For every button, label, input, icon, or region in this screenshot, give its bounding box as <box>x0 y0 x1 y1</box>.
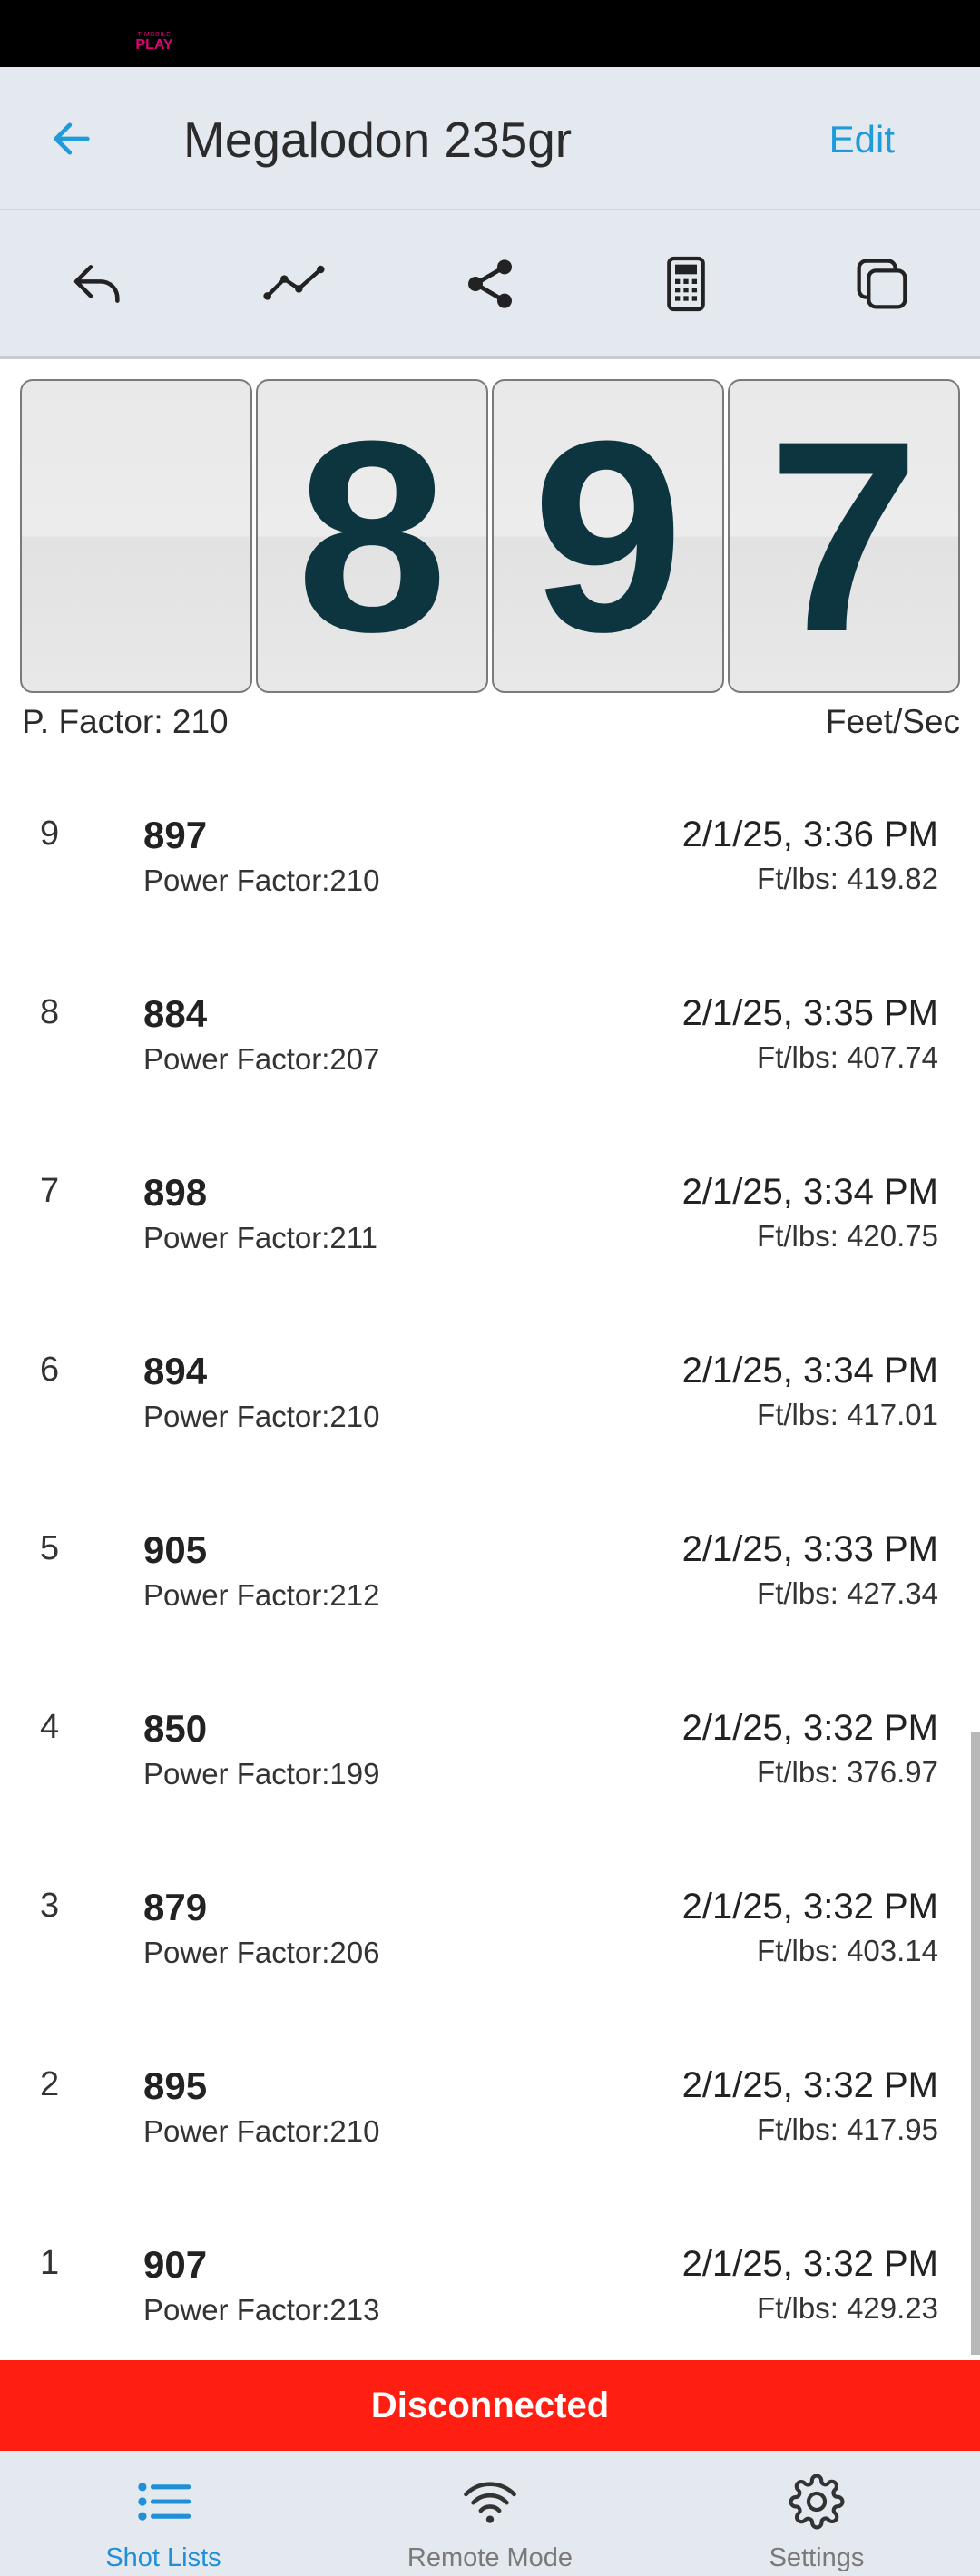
arrow-left-icon <box>54 122 90 155</box>
back-button[interactable] <box>40 107 103 171</box>
page-title: Megalodon 235gr <box>183 112 573 168</box>
table-row[interactable]: 3 879 Power Factor:206 2/1/25, 3:32 PM F… <box>0 1843 980 2022</box>
shot-energy: Ft/lbs: 417.01 <box>757 1398 938 1431</box>
units-label: Feet/Sec <box>825 703 960 740</box>
calculator-button[interactable] <box>636 234 736 334</box>
shot-index: 2 <box>40 2065 60 2103</box>
table-row[interactable]: 6 894 Power Factor:210 2/1/25, 3:34 PM F… <box>0 1307 980 1486</box>
shot-energy: Ft/lbs: 427.34 <box>757 1576 938 1610</box>
table-row[interactable]: 2 895 Power Factor:210 2/1/25, 3:32 PM F… <box>0 2022 980 2200</box>
copy-button[interactable] <box>832 234 932 334</box>
power-factor-label: P. Factor: 210 <box>22 703 229 740</box>
toolbar <box>0 210 980 359</box>
shot-timestamp: 2/1/25, 3:32 PM <box>681 1887 938 1927</box>
bottom-nav: Shot Lists Remote Mode Settings <box>0 2451 980 2576</box>
shot-index: 7 <box>40 1172 60 1210</box>
calculator-icon <box>667 256 705 311</box>
shot-velocity: 850 <box>143 1707 208 1750</box>
shot-list[interactable]: 9 897 Power Factor:210 2/1/25, 3:36 PM F… <box>0 771 980 2360</box>
shot-energy: Ft/lbs: 417.95 <box>757 2113 938 2146</box>
table-row[interactable]: 5 905 Power Factor:212 2/1/25, 3:33 PM F… <box>0 1486 980 1664</box>
carrier-logo: T-MOBILE PLAY <box>134 29 174 54</box>
table-row[interactable]: 4 850 Power Factor:199 2/1/25, 3:32 PM F… <box>0 1664 980 1843</box>
shot-velocity: 884 <box>143 992 208 1035</box>
shot-timestamp: 2/1/25, 3:35 PM <box>681 993 938 1033</box>
wifi-icon <box>464 2482 516 2523</box>
velocity-digit: 9 <box>492 379 724 693</box>
share-button[interactable] <box>440 234 540 334</box>
table-row[interactable]: 1 907 Power Factor:213 2/1/25, 3:32 PM F… <box>0 2200 980 2360</box>
shot-index: 4 <box>40 1708 60 1746</box>
shot-velocity: 897 <box>143 814 208 856</box>
shot-energy: Ft/lbs: 419.82 <box>757 862 938 895</box>
shot-index: 8 <box>40 993 60 1031</box>
nav-item-remote-mode[interactable]: Remote Mode <box>327 2451 653 2576</box>
share-icon <box>468 259 512 308</box>
shot-timestamp: 2/1/25, 3:33 PM <box>681 1529 938 1569</box>
shot-velocity: 905 <box>143 1528 208 1571</box>
shot-power-factor: Power Factor:213 <box>143 2293 380 2327</box>
shot-index: 5 <box>40 1529 60 1567</box>
shot-power-factor: Power Factor:207 <box>143 1042 380 1076</box>
shot-energy: Ft/lbs: 407.74 <box>757 1040 938 1074</box>
shot-velocity: 895 <box>143 2064 208 2107</box>
shot-power-factor: Power Factor:206 <box>143 1936 380 1969</box>
velocity-digit: 7 <box>728 379 960 693</box>
shot-timestamp: 2/1/25, 3:34 PM <box>681 1172 938 1212</box>
velocity-digit: 8 <box>256 379 488 693</box>
chart-line-icon <box>263 265 325 300</box>
status-bar: T-MOBILE PLAY <box>0 0 980 67</box>
table-row[interactable]: 7 898 Power Factor:211 2/1/25, 3:34 PM F… <box>0 1128 980 1307</box>
shot-index: 9 <box>40 815 60 853</box>
shot-index: 3 <box>40 1887 60 1925</box>
nav-item-settings[interactable]: Settings <box>653 2451 980 2576</box>
shot-power-factor: Power Factor:199 <box>143 1757 380 1791</box>
nav-label: Remote Mode <box>407 2543 573 2572</box>
shot-energy: Ft/lbs: 429.23 <box>757 2291 938 2325</box>
carrier-logo-big: PLAY <box>135 36 173 53</box>
shot-timestamp: 2/1/25, 3:32 PM <box>681 2244 938 2284</box>
shot-power-factor: Power Factor:210 <box>143 864 380 897</box>
shot-energy: Ft/lbs: 420.75 <box>757 1219 938 1253</box>
list-scrollbar[interactable] <box>971 1732 980 2355</box>
shot-velocity: 898 <box>143 1171 208 1214</box>
shot-index: 6 <box>40 1351 60 1389</box>
shot-power-factor: Power Factor:210 <box>143 1400 380 1433</box>
undo-icon <box>74 264 120 303</box>
velocity-digit <box>20 379 252 693</box>
shot-timestamp: 2/1/25, 3:34 PM <box>681 1351 938 1390</box>
undo-button[interactable] <box>48 234 148 334</box>
shot-velocity: 907 <box>143 2243 208 2286</box>
table-row[interactable]: 9 897 Power Factor:210 2/1/25, 3:36 PM F… <box>0 771 980 950</box>
gear-icon <box>789 2474 845 2530</box>
app-bar: Megalodon 235gr Edit <box>0 67 980 210</box>
shot-velocity: 894 <box>143 1350 208 1392</box>
edit-button[interactable]: Edit <box>829 114 895 165</box>
table-row[interactable]: 8 884 Power Factor:207 2/1/25, 3:35 PM F… <box>0 950 980 1128</box>
shot-timestamp: 2/1/25, 3:36 PM <box>681 815 938 854</box>
nav-label: Shot Lists <box>105 2543 221 2572</box>
shot-power-factor: Power Factor:211 <box>143 1221 378 1254</box>
shot-index: 1 <box>40 2244 60 2282</box>
shot-power-factor: Power Factor:212 <box>143 1578 380 1612</box>
velocity-display: 8 9 7 <box>20 379 960 695</box>
shot-timestamp: 2/1/25, 3:32 PM <box>681 2065 938 2105</box>
connection-status-banner: Disconnected <box>0 2360 980 2451</box>
copy-icon <box>857 259 907 308</box>
shot-timestamp: 2/1/25, 3:32 PM <box>681 1708 938 1748</box>
shot-energy: Ft/lbs: 403.14 <box>757 1934 938 1967</box>
nav-item-shot-lists[interactable]: Shot Lists <box>0 2451 327 2576</box>
chart-button[interactable] <box>244 234 344 334</box>
nav-label: Settings <box>769 2543 865 2572</box>
shot-energy: Ft/lbs: 376.97 <box>757 1755 938 1789</box>
shot-velocity: 879 <box>143 1886 208 1928</box>
list-icon <box>138 2483 191 2521</box>
shot-power-factor: Power Factor:210 <box>143 2114 380 2148</box>
